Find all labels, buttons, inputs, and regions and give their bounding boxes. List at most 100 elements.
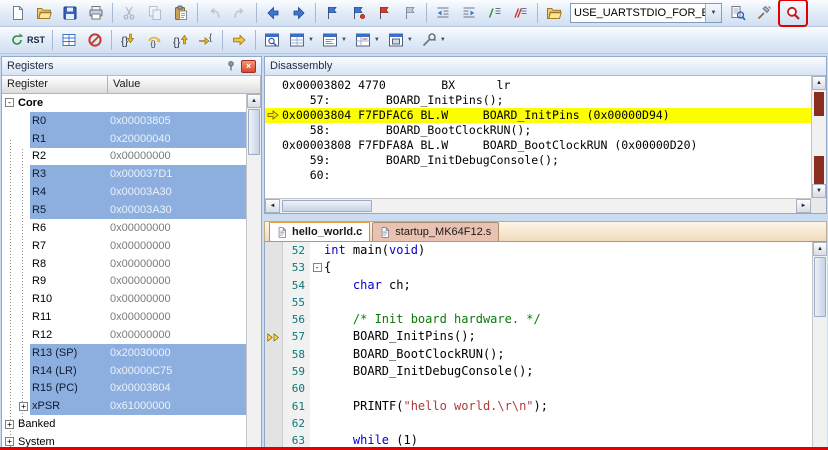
- editor-vertical-scrollbar[interactable]: ▲: [812, 242, 827, 450]
- disassembly-window-button[interactable]: ▼: [318, 28, 351, 52]
- expand-icon[interactable]: +: [5, 420, 14, 429]
- cut-button[interactable]: [116, 1, 142, 25]
- memory-window-button[interactable]: ▼: [285, 28, 318, 52]
- copy-button[interactable]: [142, 1, 168, 25]
- run-to-cursor-button[interactable]: {: [193, 28, 219, 52]
- pin-icon[interactable]: [223, 59, 238, 74]
- comment-button[interactable]: [482, 1, 508, 25]
- build-button[interactable]: [751, 1, 777, 25]
- editor-line[interactable]: 59 BOARD_InitDebugConsole();: [265, 363, 812, 380]
- disassembly-line[interactable]: 60:: [265, 168, 811, 183]
- redo-button[interactable]: [227, 1, 253, 25]
- disassembly-vertical-scrollbar[interactable]: ▲ ▼: [811, 76, 826, 198]
- tools-button[interactable]: ▼: [417, 28, 450, 52]
- debug-inspect-button[interactable]: [780, 1, 806, 25]
- indent-button[interactable]: [456, 1, 482, 25]
- register-row-R10[interactable]: R100x00000000: [2, 290, 246, 308]
- editor-line[interactable]: 57 BOARD_InitPins();: [265, 328, 812, 345]
- navigate-forward-button[interactable]: [286, 1, 312, 25]
- scrollbar-thumb[interactable]: [248, 109, 260, 155]
- print-button[interactable]: [83, 1, 109, 25]
- remove-breakpoints-button[interactable]: [371, 1, 397, 25]
- expand-icon[interactable]: +: [5, 437, 14, 446]
- expand-icon[interactable]: +: [19, 402, 28, 411]
- register-row-R12[interactable]: R120x00000000: [2, 326, 246, 344]
- step-out-button[interactable]: {}: [167, 28, 193, 52]
- open-file-button[interactable]: [31, 1, 57, 25]
- chevron-down-icon[interactable]: ▼: [705, 4, 721, 22]
- scrollbar-thumb[interactable]: [814, 257, 826, 317]
- build-config-combobox[interactable]: USE_UARTSTDIO_FOR_EF▼: [570, 3, 722, 23]
- disassembly-horizontal-scrollbar[interactable]: ◄ ►: [265, 198, 811, 213]
- peripherals-window-button[interactable]: ▼: [384, 28, 417, 52]
- editor-line[interactable]: 60: [265, 380, 812, 397]
- register-row-R7[interactable]: R70x00000000: [2, 237, 246, 255]
- reset-button[interactable]: RST: [5, 28, 49, 52]
- open-document-button[interactable]: [541, 1, 567, 25]
- disassembly-line[interactable]: 59: BOARD_InitDebugConsole();: [265, 153, 811, 168]
- register-row-R11[interactable]: R110x00000000: [2, 308, 246, 326]
- register-row-R2[interactable]: R20x00000000: [2, 148, 246, 166]
- scrollbar-thumb[interactable]: [282, 200, 372, 212]
- go-button[interactable]: [226, 28, 252, 52]
- register-row-R5[interactable]: R50x00003A30: [2, 201, 246, 219]
- collapse-icon[interactable]: -: [5, 98, 14, 107]
- editor-line[interactable]: 53-{: [265, 259, 812, 276]
- disassembly-line[interactable]: 57: BOARD_InitPins();: [265, 93, 811, 108]
- editor-line[interactable]: 55: [265, 294, 812, 311]
- paste-button[interactable]: [168, 1, 194, 25]
- disassembly-line[interactable]: 58: BOARD_BootClockRUN();: [265, 123, 811, 138]
- step-into-button[interactable]: {}: [115, 28, 141, 52]
- register-row-Banked[interactable]: +Banked: [2, 415, 246, 433]
- fold-collapse-icon[interactable]: -: [310, 259, 324, 276]
- chevron-down-icon[interactable]: ▼: [341, 37, 347, 43]
- scroll-right-icon[interactable]: ►: [796, 199, 811, 213]
- chevron-down-icon[interactable]: ▼: [407, 37, 413, 43]
- outdent-button[interactable]: [430, 1, 456, 25]
- register-row-R14-LR[interactable]: R14 (LR)0x00000C75: [2, 362, 246, 380]
- editor-line[interactable]: 56 /* Init board hardware. */: [265, 311, 812, 328]
- enable-breakpoint-button[interactable]: [345, 1, 371, 25]
- editor-line[interactable]: 61 PRINTF("hello world.\r\n");: [265, 398, 812, 415]
- tab-startup-MK64F12-s[interactable]: startup_MK64F12.s: [372, 222, 499, 241]
- save-button[interactable]: [57, 1, 83, 25]
- scroll-left-icon[interactable]: ◄: [265, 199, 280, 213]
- navigate-back-button[interactable]: [260, 1, 286, 25]
- tab-hello-world-c[interactable]: hello_world.c: [269, 221, 370, 241]
- column-header-register[interactable]: Register: [2, 76, 108, 94]
- register-row-R15-PC[interactable]: R15 (PC)0x00003804: [2, 380, 246, 398]
- register-row-R0[interactable]: R00x00003805: [2, 112, 246, 130]
- editor-line[interactable]: 54 char ch;: [265, 277, 812, 294]
- scroll-up-icon[interactable]: ▲: [247, 94, 261, 108]
- undo-button[interactable]: [201, 1, 227, 25]
- register-row-R9[interactable]: R90x00000000: [2, 272, 246, 290]
- register-row-Core[interactable]: -Core: [2, 94, 246, 112]
- scroll-up-icon[interactable]: ▲: [813, 242, 827, 256]
- register-row-R1[interactable]: R10x20000040: [2, 130, 246, 148]
- scroll-up-icon[interactable]: ▲: [812, 76, 826, 90]
- new-file-button[interactable]: [5, 1, 31, 25]
- close-icon[interactable]: ×: [241, 60, 256, 73]
- chevron-down-icon[interactable]: ▼: [440, 37, 446, 43]
- registers-view-button[interactable]: ▼: [351, 28, 384, 52]
- stop-debug-button[interactable]: [82, 28, 108, 52]
- scroll-down-icon[interactable]: ▼: [812, 184, 826, 198]
- register-row-R3[interactable]: R30x000037D1: [2, 165, 246, 183]
- registers-scrollbar[interactable]: ▲: [246, 94, 261, 449]
- toggle-breakpoint-button[interactable]: [319, 1, 345, 25]
- find-in-files-button[interactable]: [725, 1, 751, 25]
- register-row-R8[interactable]: R80x00000000: [2, 255, 246, 273]
- watch-window-button[interactable]: [259, 28, 285, 52]
- register-row-R13-SP[interactable]: R13 (SP)0x20030000: [2, 344, 246, 362]
- disassembly-line[interactable]: 0x00003802 4770 BX lr: [265, 78, 811, 93]
- register-row-xPSR[interactable]: +xPSR0x61000000: [2, 397, 246, 415]
- editor-line[interactable]: 52int main(void): [265, 242, 812, 259]
- chevron-down-icon[interactable]: ▼: [374, 37, 380, 43]
- fold-box[interactable]: -: [313, 263, 322, 272]
- register-row-R4[interactable]: R40x00003A30: [2, 183, 246, 201]
- register-row-R6[interactable]: R60x00000000: [2, 219, 246, 237]
- disassembly-current-line[interactable]: 0x00003804 F7FDFAC6 BL.W BOARD_InitPins …: [265, 108, 811, 123]
- editor-line[interactable]: 62: [265, 415, 812, 432]
- step-over-button[interactable]: {}: [141, 28, 167, 52]
- breakpoints-window-button[interactable]: [397, 1, 423, 25]
